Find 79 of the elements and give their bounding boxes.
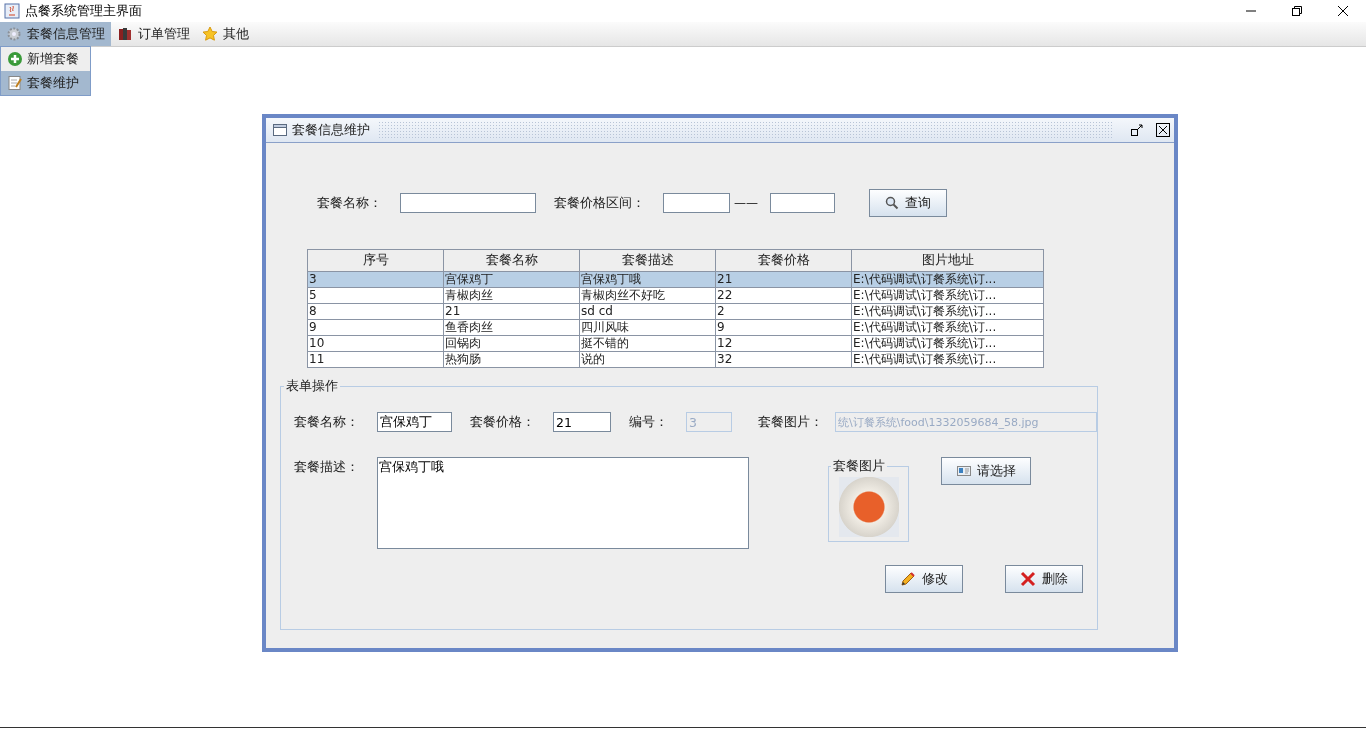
menu[interactable]: 其他 — [196, 22, 255, 46]
frame-title: 套餐信息维护 — [292, 121, 370, 139]
max-price-field[interactable] — [770, 193, 835, 213]
pencil-icon — [900, 571, 916, 587]
column-header[interactable]: 套餐价格 — [715, 249, 852, 272]
plus-icon — [7, 51, 23, 67]
field-label: 套餐名称： — [317, 194, 382, 212]
close-icon[interactable] — [1337, 5, 1349, 17]
star-icon — [202, 26, 218, 42]
input-field[interactable]: 宫保鸡丁 — [377, 412, 452, 432]
delete-button[interactable]: 删除 — [1005, 565, 1083, 593]
table-cell: 四川风味 — [579, 319, 716, 336]
photo-placeholder — [838, 477, 899, 537]
field-label: 套餐价格： — [470, 413, 535, 431]
table-cell: 11 — [307, 351, 444, 368]
table-cell: E:\代码调试\订餐系统\订... — [851, 287, 1044, 304]
column-header[interactable]: 序号 — [307, 249, 444, 272]
window-icon — [272, 122, 288, 138]
table-row[interactable]: 5 青椒肉丝 青椒肉丝不好吃 22 E:\代码调试\订餐系统\订... — [307, 287, 1044, 304]
table-row[interactable]: 11 热狗肠 说的 32 E:\代码调试\订餐系统\订... — [307, 351, 1044, 368]
gear-icon — [6, 26, 22, 42]
notepad-icon — [7, 75, 23, 91]
app-icon — [4, 3, 20, 19]
table-cell: 5 — [307, 287, 444, 304]
menu[interactable]: 套餐信息管理 — [0, 22, 111, 46]
menu[interactable]: 订单管理 — [111, 22, 196, 46]
description-field[interactable]: 宫保鸡丁哦 — [377, 457, 749, 549]
range-separator: —— — [734, 196, 758, 210]
table-cell: E:\代码调试\订餐系统\订... — [851, 319, 1044, 336]
restore-icon[interactable] — [1291, 5, 1303, 17]
column-header[interactable]: 图片地址 — [851, 249, 1044, 272]
table-cell: E:\代码调试\订餐系统\订... — [851, 303, 1044, 320]
table-cell: 32 — [715, 351, 852, 368]
column-header[interactable]: 套餐描述 — [579, 249, 716, 272]
table-cell: 2 — [715, 303, 852, 320]
edit-button[interactable]: 修改 — [885, 565, 963, 593]
table-cell: 说的 — [579, 351, 716, 368]
table-cell: 热狗肠 — [443, 351, 580, 368]
choose-button[interactable]: 请选择 — [941, 457, 1031, 485]
menu-item[interactable]: 套餐维护 — [1, 71, 90, 95]
table-row[interactable]: 10 回锅肉 挺不错的 12 E:\代码调试\订餐系统\订... — [307, 335, 1044, 352]
column-header[interactable]: 套餐名称 — [443, 249, 580, 272]
table-cell: E:\代码调试\订餐系统\订... — [851, 351, 1044, 368]
card-icon — [956, 464, 971, 478]
field-label: 套餐名称： — [294, 413, 359, 431]
table-cell: 12 — [715, 335, 852, 352]
search-button[interactable]: 查询 — [869, 189, 947, 217]
table-row[interactable]: 3 宫保鸡丁 宫保鸡丁哦 21 E:\代码调试\订餐系统\订... — [307, 271, 1044, 288]
field-label: 套餐描述： — [294, 459, 359, 476]
field-label: 套餐图片： — [758, 413, 823, 431]
table-cell: 9 — [715, 319, 852, 336]
table-cell: 回锅肉 — [443, 335, 580, 352]
table-cell: E:\代码调试\订餐系统\订... — [851, 335, 1044, 352]
table-cell: 21 — [443, 303, 580, 320]
input-field[interactable]: 21 — [553, 412, 611, 432]
name-input-field[interactable] — [400, 193, 536, 213]
table-cell: 10 — [307, 335, 444, 352]
restore-icon[interactable] — [1130, 123, 1144, 137]
table-cell: 8 — [307, 303, 444, 320]
field-label: 编号： — [629, 413, 668, 431]
table-cell: sd cd — [579, 303, 716, 320]
table-cell: 青椒肉丝不好吃 — [579, 287, 716, 304]
close-icon[interactable] — [1156, 123, 1170, 137]
table-cell: 9 — [307, 319, 444, 336]
table-cell: 青椒肉丝 — [443, 287, 580, 304]
search-icon — [885, 196, 899, 210]
cross-icon — [1020, 571, 1036, 587]
menu-item[interactable]: 新增套餐 — [1, 47, 90, 71]
table-cell: 鱼香肉丝 — [443, 319, 580, 336]
table-row[interactable]: 8 21 sd cd 2 E:\代码调试\订餐系统\订... — [307, 303, 1044, 320]
window-title: 点餐系统管理主界面 — [25, 2, 142, 20]
books-icon — [117, 26, 133, 42]
panel-legend: 表单操作 — [284, 378, 340, 395]
table-cell: 挺不错的 — [579, 335, 716, 352]
table-row[interactable]: 9 鱼香肉丝 四川风味 9 E:\代码调试\订餐系统\订... — [307, 319, 1044, 336]
field-label: 套餐价格区间： — [554, 194, 645, 212]
table-cell: 22 — [715, 287, 852, 304]
min-price-field[interactable] — [663, 193, 730, 213]
panel-legend: 套餐图片 — [831, 458, 887, 475]
